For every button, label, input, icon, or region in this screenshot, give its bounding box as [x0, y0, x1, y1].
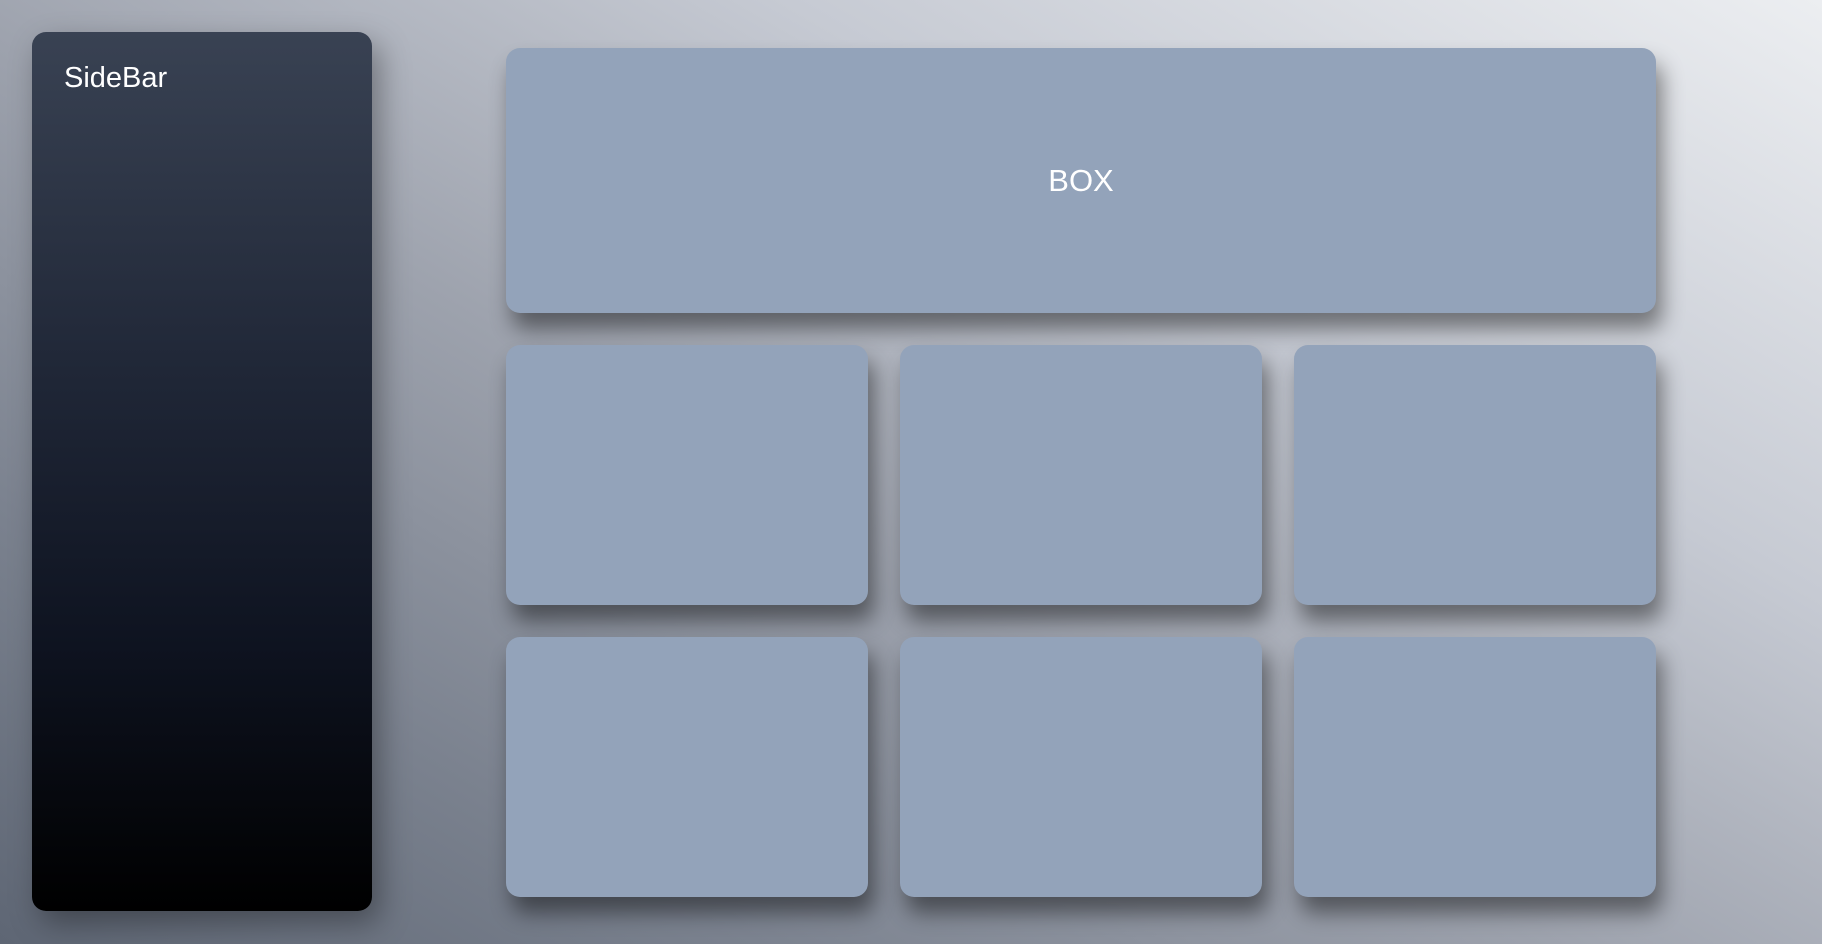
grid-box [1294, 345, 1656, 605]
grid-box [506, 345, 868, 605]
sidebar-title: SideBar [64, 62, 168, 94]
grid-box [1294, 637, 1656, 897]
grid-box [506, 637, 868, 897]
grid-box [900, 637, 1262, 897]
hero-box-label: BOX [1048, 163, 1114, 198]
sidebar: SideBar [32, 32, 372, 911]
grid-box [900, 345, 1262, 605]
hero-box: BOX [506, 48, 1656, 313]
